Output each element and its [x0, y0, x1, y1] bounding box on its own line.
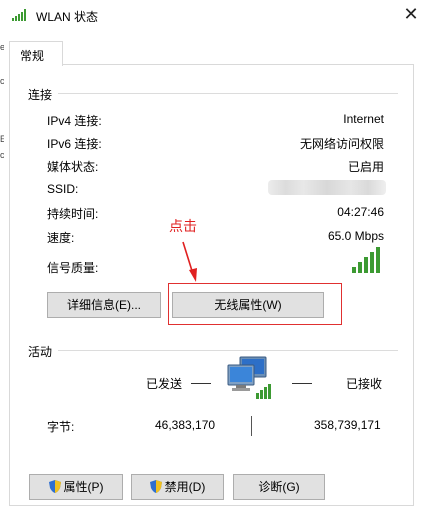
- shield-icon: [149, 477, 162, 501]
- shield-icon: [48, 477, 61, 501]
- received-dash: [292, 383, 312, 384]
- sent-label: 已发送: [146, 377, 183, 391]
- speed-value: 65.0 Mbps: [327, 229, 384, 243]
- ipv6-label: IPv6 连接:: [47, 137, 102, 151]
- sent-dash: [191, 383, 211, 384]
- annotation-highlight-box: [168, 283, 342, 325]
- connection-section-title: 连接: [28, 86, 57, 103]
- bytes-sent-value: 46,383,170: [155, 418, 216, 432]
- signal-quality-label: 信号质量:: [47, 261, 99, 275]
- speed-label: 速度:: [47, 231, 75, 245]
- activity-separator: [251, 416, 252, 436]
- annotation-click-text: 点击: [169, 218, 197, 234]
- ssid-value-blurred: [268, 180, 386, 195]
- ssid-label: SSID:: [47, 182, 79, 196]
- activity-group-line: [58, 350, 398, 351]
- title-bar: WLAN 状态 ✕: [0, 0, 424, 30]
- close-icon[interactable]: ✕: [400, 3, 422, 25]
- annotation-arrow-icon: [180, 240, 200, 284]
- background-window-fragment: E: [0, 134, 4, 144]
- background-window-fragment: c: [0, 150, 4, 160]
- network-computers-icon: [226, 355, 276, 401]
- tab-general-label: 常规: [20, 49, 45, 63]
- properties-button[interactable]: 属性(P): [29, 474, 123, 500]
- media-state-value: 已启用: [347, 160, 384, 174]
- bytes-received-value: 358,739,171: [314, 418, 381, 432]
- ipv6-value: 无网络访问权限: [299, 137, 384, 151]
- diagnose-button[interactable]: 诊断(G): [233, 474, 325, 500]
- background-window-fragment: c: [0, 76, 4, 86]
- background-window-fragment: e: [0, 42, 4, 52]
- activity-section-title: 活动: [28, 343, 57, 360]
- ipv4-value: Internet: [343, 112, 384, 126]
- signal-bar: [352, 267, 356, 273]
- disable-button[interactable]: 禁用(D): [131, 474, 224, 500]
- bytes-label: 字节:: [47, 420, 75, 434]
- received-label: 已接收: [346, 377, 383, 391]
- tab-general[interactable]: 常规: [9, 41, 63, 66]
- wifi-signal-icon: [12, 9, 32, 21]
- signal-bar: [370, 252, 374, 273]
- signal-quality-icon: [350, 247, 380, 273]
- media-state-label: 媒体状态:: [47, 160, 99, 174]
- signal-bar: [358, 262, 362, 273]
- duration-label: 持续时间:: [47, 207, 99, 221]
- details-button[interactable]: 详细信息(E)...: [47, 292, 161, 318]
- signal-bar: [376, 247, 380, 273]
- window-title: WLAN 状态: [36, 10, 99, 24]
- connection-group-line: [58, 93, 398, 94]
- ipv4-label: IPv4 连接:: [47, 114, 102, 128]
- signal-bar: [364, 257, 368, 273]
- duration-value: 04:27:46: [337, 205, 384, 219]
